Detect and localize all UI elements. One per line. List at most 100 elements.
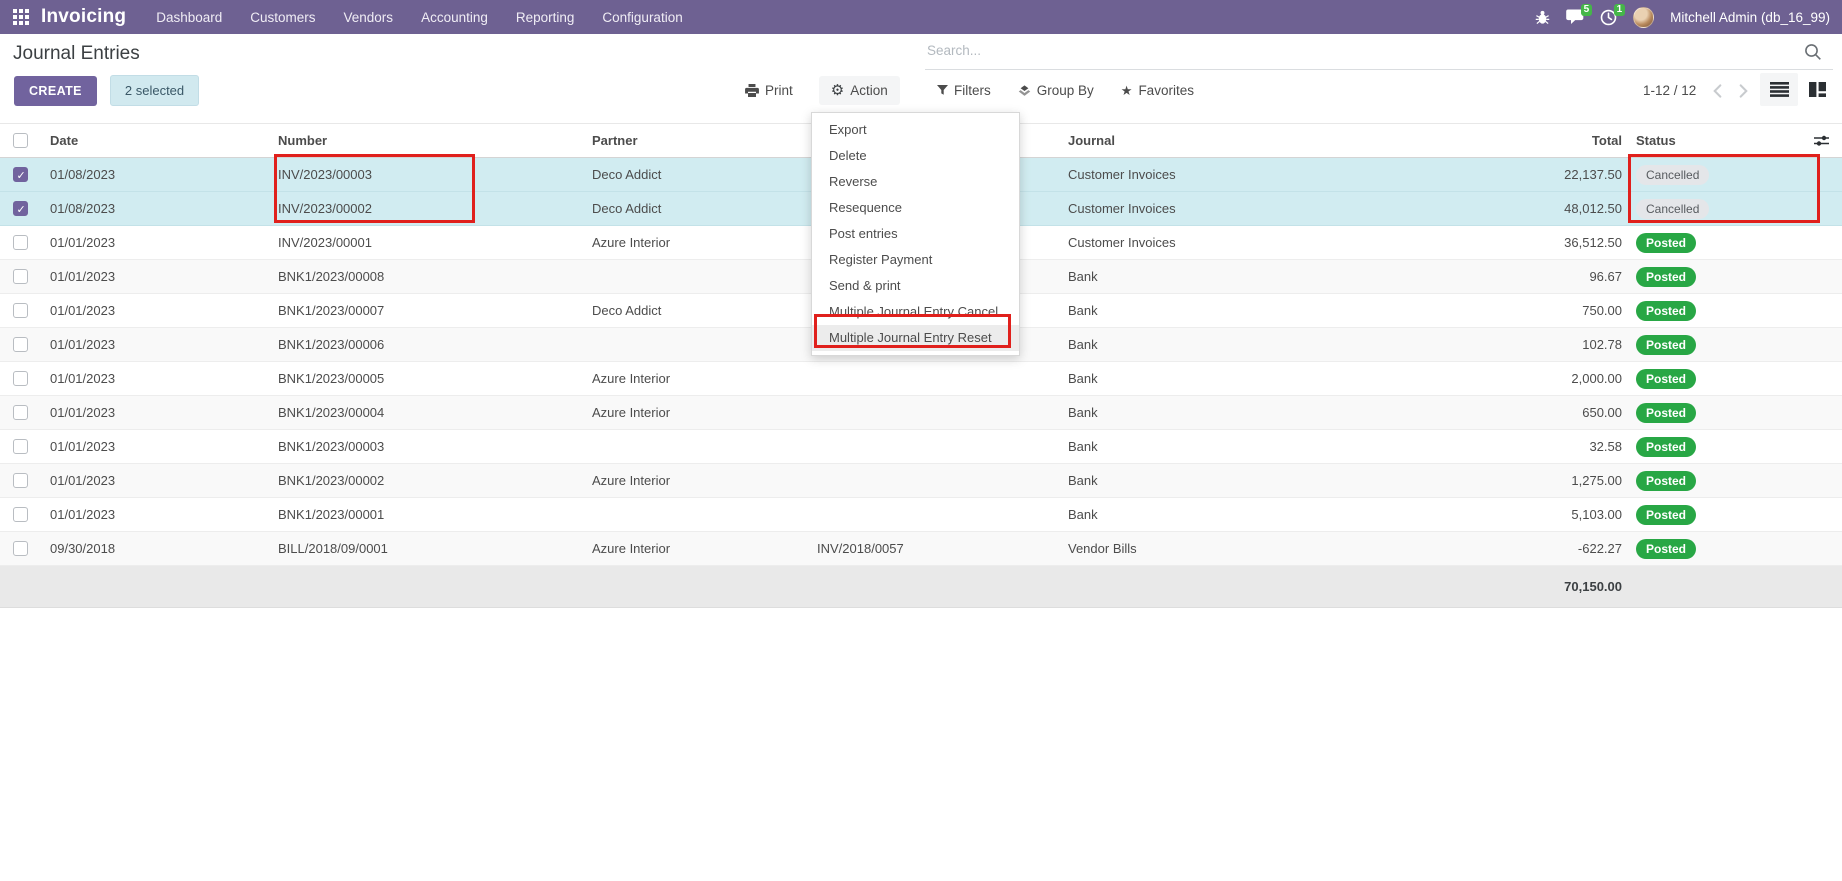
status-badge: Posted <box>1636 301 1696 321</box>
list-view-button[interactable] <box>1760 73 1798 106</box>
action-label: Action <box>850 83 888 98</box>
row-checkbox[interactable] <box>13 269 28 284</box>
column-header-journal[interactable]: Journal <box>1058 133 1350 148</box>
user-name[interactable]: Mitchell Admin (db_16_99) <box>1670 10 1830 25</box>
table-row[interactable]: 01/01/2023 BNK1/2023/00004 Azure Interio… <box>0 396 1842 430</box>
filters-button[interactable]: Filters <box>937 83 991 98</box>
cell-reference: INV/2018/0057 <box>807 541 1058 556</box>
row-checkbox[interactable] <box>13 507 28 522</box>
row-checkbox[interactable] <box>13 371 28 386</box>
apps-menu-button[interactable] <box>0 0 39 34</box>
footer-total: 70,150.00 <box>1350 579 1622 594</box>
menu-customers[interactable]: Customers <box>236 0 329 34</box>
menu-item-export[interactable]: Export <box>812 117 1019 143</box>
row-checkbox[interactable] <box>13 235 28 250</box>
create-button[interactable]: CREATE <box>14 76 97 106</box>
menu-reporting[interactable]: Reporting <box>502 0 589 34</box>
row-checkbox[interactable] <box>13 303 28 318</box>
menu-item-delete[interactable]: Delete <box>812 143 1019 169</box>
table-row[interactable]: 09/30/2018 BILL/2018/09/0001 Azure Inter… <box>0 532 1842 566</box>
menu-item-reverse[interactable]: Reverse <box>812 169 1019 195</box>
pager-previous-icon[interactable] <box>1713 84 1722 98</box>
menu-item-post-entries[interactable]: Post entries <box>812 221 1019 247</box>
row-checkbox[interactable] <box>13 201 28 216</box>
cell-partner: Deco Addict <box>582 167 807 182</box>
menu-item-multiple-journal-entry-cancel[interactable]: Multiple Journal Entry Cancel <box>812 299 1019 325</box>
status-badge: Posted <box>1636 403 1696 423</box>
group-by-button[interactable]: Group By <box>1018 83 1094 98</box>
row-checkbox[interactable] <box>13 473 28 488</box>
row-checkbox[interactable] <box>13 167 28 182</box>
menu-item-send-and-print[interactable]: Send & print <box>812 273 1019 299</box>
status-badge: Posted <box>1636 267 1696 287</box>
cell-total: 650.00 <box>1350 405 1622 420</box>
table-row[interactable]: 01/01/2023 BNK1/2023/00005 Azure Interio… <box>0 362 1842 396</box>
control-panel: Journal Entries CREATE 2 selected Print … <box>0 34 1842 123</box>
column-header-date[interactable]: Date <box>40 133 268 148</box>
cell-number: INV/2023/00002 <box>268 201 582 216</box>
column-header-total[interactable]: Total <box>1350 133 1622 148</box>
print-button[interactable]: Print <box>733 76 805 105</box>
select-all-checkbox[interactable] <box>13 133 28 148</box>
group-by-icon <box>1018 85 1031 97</box>
cell-partner: Azure Interior <box>582 541 807 556</box>
cell-journal: Bank <box>1058 473 1350 488</box>
kanban-view-button[interactable] <box>1798 73 1836 106</box>
table-row[interactable]: 01/01/2023 BNK1/2023/00001 Bank 5,103.00… <box>0 498 1842 532</box>
favorites-button[interactable]: ★ Favorites <box>1121 83 1194 98</box>
row-checkbox[interactable] <box>13 439 28 454</box>
cell-date: 01/01/2023 <box>40 507 268 522</box>
user-menu[interactable] <box>1633 7 1654 28</box>
action-button[interactable]: ⚙ Action <box>819 76 900 105</box>
menu-item-multiple-journal-entry-reset[interactable]: Multiple Journal Entry Reset <box>812 325 1019 351</box>
column-header-partner[interactable]: Partner <box>582 133 807 148</box>
cell-date: 01/01/2023 <box>40 337 268 352</box>
cell-total: 48,012.50 <box>1350 201 1622 216</box>
menu-item-resequence[interactable]: Resequence <box>812 195 1019 221</box>
cell-journal: Bank <box>1058 439 1350 454</box>
selected-count-chip[interactable]: 2 selected <box>110 75 199 106</box>
search-facets-row: Filters Group By ★ Favorites <box>937 75 1194 106</box>
status-badge: Posted <box>1636 437 1696 457</box>
search-icon[interactable] <box>1804 43 1822 64</box>
messages-icon[interactable]: 5 <box>1566 9 1584 25</box>
search-underline <box>925 69 1833 70</box>
cell-number: BNK1/2023/00001 <box>268 507 582 522</box>
cell-number: BNK1/2023/00004 <box>268 405 582 420</box>
table-row[interactable]: 01/01/2023 BNK1/2023/00003 Bank 32.58 Po… <box>0 430 1842 464</box>
activities-clock-icon[interactable]: 1 <box>1600 9 1617 26</box>
cell-date: 01/08/2023 <box>40 201 268 216</box>
menu-configuration[interactable]: Configuration <box>588 0 696 34</box>
cell-partner: Azure Interior <box>582 473 807 488</box>
star-icon: ★ <box>1121 84 1133 97</box>
debug-bug-icon[interactable] <box>1535 9 1550 25</box>
column-header-status[interactable]: Status <box>1622 133 1800 148</box>
cell-total: 36,512.50 <box>1350 235 1622 250</box>
cell-journal: Bank <box>1058 371 1350 386</box>
menu-vendors[interactable]: Vendors <box>330 0 408 34</box>
row-checkbox[interactable] <box>13 337 28 352</box>
main-menu: Dashboard Customers Vendors Accounting R… <box>142 0 697 34</box>
cell-journal: Bank <box>1058 337 1350 352</box>
row-checkbox[interactable] <box>13 541 28 556</box>
cell-number: BNK1/2023/00003 <box>268 439 582 454</box>
status-badge: Posted <box>1636 369 1696 389</box>
cell-total: 102.78 <box>1350 337 1622 352</box>
print-action-row: Print ⚙ Action <box>733 75 900 106</box>
status-badge: Posted <box>1636 471 1696 491</box>
cell-journal: Vendor Bills <box>1058 541 1350 556</box>
row-checkbox[interactable] <box>13 405 28 420</box>
menu-accounting[interactable]: Accounting <box>407 0 502 34</box>
cell-total: 32.58 <box>1350 439 1622 454</box>
cell-total: 22,137.50 <box>1350 167 1622 182</box>
menu-dashboard[interactable]: Dashboard <box>142 0 236 34</box>
table-row[interactable]: 01/01/2023 BNK1/2023/00002 Azure Interio… <box>0 464 1842 498</box>
cell-total: 96.67 <box>1350 269 1622 284</box>
pager-next-icon[interactable] <box>1739 84 1748 98</box>
column-header-number[interactable]: Number <box>268 133 582 148</box>
app-brand[interactable]: Invoicing <box>41 6 126 28</box>
menu-item-register-payment[interactable]: Register Payment <box>812 247 1019 273</box>
column-options-icon[interactable] <box>1814 134 1829 148</box>
search-input[interactable] <box>925 42 1565 59</box>
pager: 1-12 / 12 <box>1643 75 1748 106</box>
